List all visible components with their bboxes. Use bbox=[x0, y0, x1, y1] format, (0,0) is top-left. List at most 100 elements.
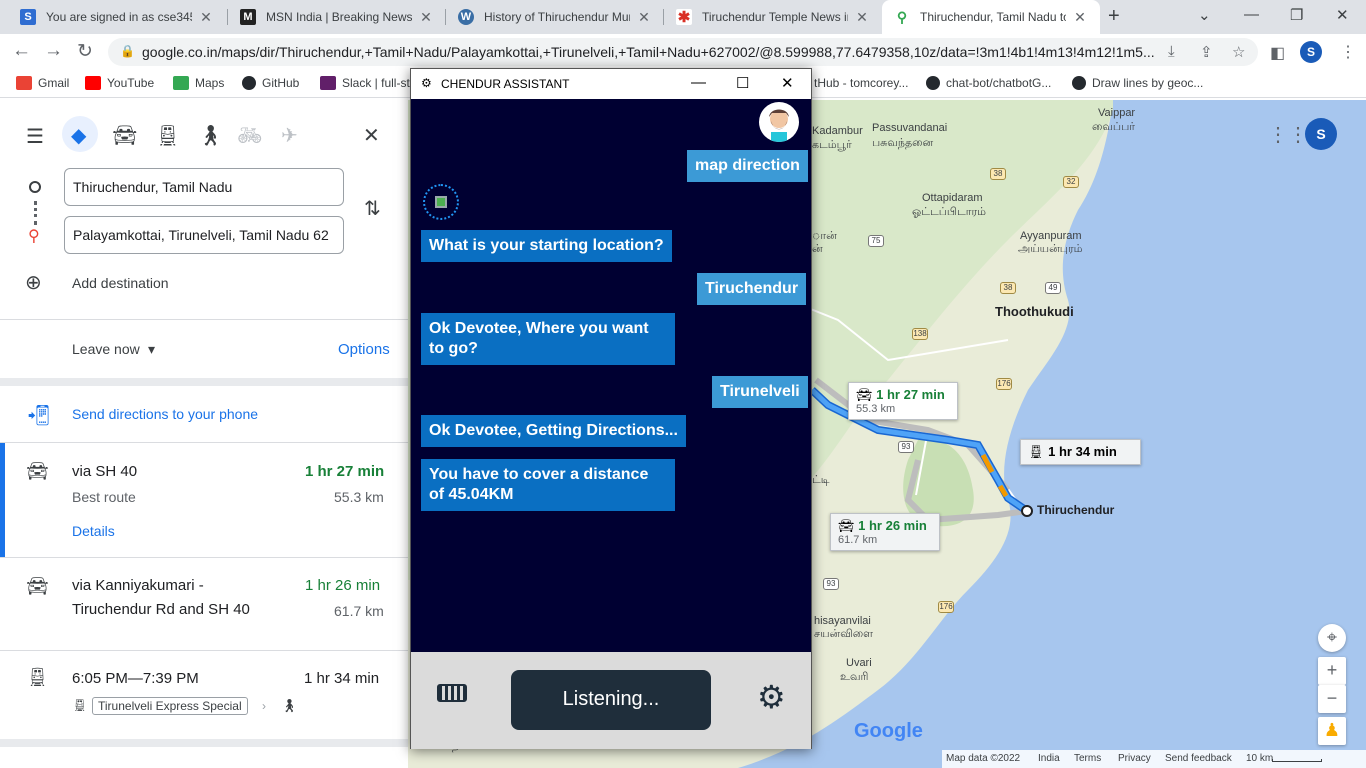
bookmark-chat-bot[interactable]: chat-bot/chatbotG... bbox=[926, 76, 1051, 90]
assistant-controls: Listening... ⚙︎ bbox=[411, 652, 811, 749]
bookmark-maps[interactable]: Maps bbox=[173, 76, 224, 90]
listening-button[interactable]: Listening... bbox=[511, 670, 711, 730]
forward-icon[interactable]: → bbox=[44, 40, 63, 62]
send-to-phone-icon[interactable]: 📲︎ bbox=[26, 403, 51, 428]
route-callout-train[interactable]: 🚆︎ 1 hr 34 min bbox=[1020, 439, 1141, 465]
transit-icon[interactable]: 🚆︎ bbox=[155, 123, 180, 148]
route-option-sh40[interactable]: 🚘︎ via SH 40 1 hr 27 min Best route 55.3… bbox=[0, 443, 408, 557]
tab-signed-in[interactable]: S You are signed in as cse345 ✕ bbox=[8, 0, 226, 34]
address-bar[interactable]: 🔒 google.co.in/maps/dir/Thiruchendur,+Ta… bbox=[108, 38, 1258, 66]
tab-msn[interactable]: M MSN India | Breaking News, E ✕ bbox=[228, 0, 446, 34]
route-time: 1 hr 27 min bbox=[305, 463, 385, 480]
tab-history[interactable]: W History of Thiruchendur Mur ✕ bbox=[446, 0, 664, 34]
options-button[interactable]: Options bbox=[338, 341, 390, 358]
route-endpoint bbox=[1021, 505, 1033, 517]
car-icon[interactable]: 🚘︎ bbox=[112, 123, 137, 148]
bicycle-icon[interactable]: 🚲︎ bbox=[237, 123, 262, 148]
share-icon[interactable]: ⇪ bbox=[1200, 43, 1213, 61]
tab-title: You are signed in as cse345 bbox=[46, 10, 192, 24]
city-label: Thiruchendur bbox=[1037, 503, 1115, 517]
close-icon[interactable]: ✕ bbox=[1072, 9, 1088, 26]
bookmark-star-icon[interactable]: ☆ bbox=[1232, 43, 1245, 61]
swap-icon[interactable]: ⇅ bbox=[364, 196, 381, 221]
side-panel-icon[interactable]: ◧ bbox=[1270, 43, 1285, 63]
car-icon: 🚘︎ bbox=[26, 461, 49, 481]
tab-search-icon[interactable]: ⌄ bbox=[1198, 6, 1211, 24]
account-avatar[interactable]: S bbox=[1305, 118, 1337, 150]
zoom-out-button[interactable]: − bbox=[1318, 685, 1346, 713]
scale-label[interactable]: 10 km bbox=[1246, 753, 1273, 764]
pegman-icon[interactable]: ♟ bbox=[1318, 717, 1346, 745]
details-link[interactable]: Details bbox=[72, 523, 115, 539]
destination-input[interactable]: Palayamkottai, Tirunelveli, Tamil Nadu 6… bbox=[64, 216, 344, 254]
national-highway-badge: 93 bbox=[823, 578, 839, 590]
minimize-icon[interactable]: — bbox=[1244, 6, 1259, 23]
close-icon[interactable]: ✕ bbox=[198, 9, 214, 26]
route-option-train[interactable]: 🚆︎ 6:05 PM—7:39 PM 1 hr 34 min 🚆︎ Tirune… bbox=[0, 651, 408, 739]
bookmark-youtube[interactable]: YouTube bbox=[85, 76, 154, 90]
add-circle-icon[interactable]: ⊕ bbox=[25, 270, 42, 295]
profile-avatar[interactable]: S bbox=[1300, 41, 1322, 63]
privacy-link[interactable]: Privacy bbox=[1118, 753, 1151, 764]
add-destination-button[interactable]: Add destination bbox=[72, 275, 169, 291]
back-icon[interactable]: ← bbox=[12, 40, 31, 62]
map-label: கடம்பூர் bbox=[812, 139, 852, 151]
close-window-icon[interactable]: ✕ bbox=[1336, 6, 1349, 24]
close-icon[interactable]: ✕ bbox=[418, 9, 434, 26]
lock-icon[interactable]: 🔒 bbox=[120, 44, 135, 58]
my-location-icon[interactable]: ⌖ bbox=[1318, 624, 1346, 652]
download-icon[interactable]: ⤓ bbox=[1168, 43, 1175, 60]
bookmark-label: chat-bot/chatbotG... bbox=[946, 76, 1052, 90]
new-tab-icon[interactable]: + bbox=[1108, 5, 1120, 28]
close-icon[interactable]: ✕ bbox=[636, 9, 652, 26]
close-icon[interactable]: ✕ bbox=[781, 74, 794, 92]
close-icon[interactable]: ✕ bbox=[854, 9, 870, 26]
assistant-titlebar[interactable]: ⚙︎ CHENDUR ASSISTANT — ☐ ✕ bbox=[411, 69, 811, 99]
walking-icon[interactable]: 🚶︎ bbox=[198, 123, 223, 148]
tab-maps[interactable]: ⚲ Thiruchendur, Tamil Nadu to ✕ bbox=[882, 0, 1100, 34]
leave-now-dropdown[interactable]: Leave now bbox=[72, 341, 140, 357]
section-separator bbox=[0, 739, 408, 747]
map-label: உவரி bbox=[840, 671, 869, 683]
hamburger-menu-icon[interactable]: ☰ bbox=[26, 124, 44, 149]
divider bbox=[0, 319, 408, 320]
url-text[interactable]: google.co.in/maps/dir/Thiruchendur,+Tami… bbox=[142, 44, 1162, 60]
state-highway-badge: 38 bbox=[1000, 282, 1016, 294]
reload-icon[interactable]: ↻ bbox=[77, 40, 93, 63]
route-option-kanniyakumari[interactable]: 🚘︎ via Kanniyakumari - Tiruchendur Rd an… bbox=[0, 558, 408, 650]
bookmark-label: GitHub bbox=[262, 76, 300, 90]
bookmark-draw-lines[interactable]: Draw lines by geoc... bbox=[1072, 76, 1203, 90]
maximize-icon[interactable]: ☐ bbox=[736, 74, 749, 92]
national-highway-badge: 75 bbox=[868, 235, 884, 247]
route-callout-fastest[interactable]: 🚘︎ 1 hr 27 min 55.3 km bbox=[848, 382, 958, 420]
settings-gear-icon[interactable]: ⚙︎ bbox=[757, 678, 786, 716]
state-highway-badge: 32 bbox=[1063, 176, 1079, 188]
map-label: Ayyanpuram bbox=[1020, 230, 1082, 242]
region-link[interactable]: India bbox=[1038, 753, 1060, 764]
bookmark-label: Draw lines by geoc... bbox=[1092, 76, 1204, 90]
zoom-in-button[interactable]: + bbox=[1318, 657, 1346, 685]
tab-temple-news[interactable]: ✱ Tiruchendur Temple News in ✕ bbox=[664, 0, 882, 34]
bookmark-slack[interactable]: Slack | full-st bbox=[320, 76, 410, 90]
national-highway-badge: 93 bbox=[898, 441, 914, 453]
tab-title: MSN India | Breaking News, E bbox=[266, 10, 412, 24]
menu-dots-icon[interactable]: ⋮ bbox=[1340, 42, 1356, 62]
keyboard-icon[interactable] bbox=[437, 684, 467, 702]
chevron-down-icon[interactable]: ▾ bbox=[148, 341, 155, 358]
send-feedback-link[interactable]: Send feedback bbox=[1165, 753, 1232, 764]
route-note: Best route bbox=[72, 489, 136, 505]
close-icon[interactable]: ✕ bbox=[363, 123, 380, 148]
terms-link[interactable]: Terms bbox=[1074, 753, 1101, 764]
minimize-icon[interactable]: — bbox=[691, 74, 706, 91]
bookmark-gmail[interactable]: Gmail bbox=[16, 76, 69, 90]
origin-input[interactable]: Thiruchendur, Tamil Nadu bbox=[64, 168, 344, 206]
bookmark-github[interactable]: GitHub bbox=[242, 76, 299, 90]
route-callout-alternate[interactable]: 🚘︎ 1 hr 26 min 61.7 km bbox=[830, 513, 940, 551]
send-to-phone-link[interactable]: Send directions to your phone bbox=[72, 406, 258, 422]
map-label: hisayanvilai bbox=[814, 615, 871, 627]
restore-icon[interactable]: ❐ bbox=[1290, 6, 1303, 24]
bookmark-github-tomcorey[interactable]: tHub - tomcorey... bbox=[814, 76, 908, 90]
user-avatar-face-icon bbox=[769, 109, 789, 142]
tab-strip: S You are signed in as cse345 ✕ M MSN In… bbox=[0, 0, 1366, 34]
flight-icon[interactable]: ✈ bbox=[281, 123, 298, 148]
